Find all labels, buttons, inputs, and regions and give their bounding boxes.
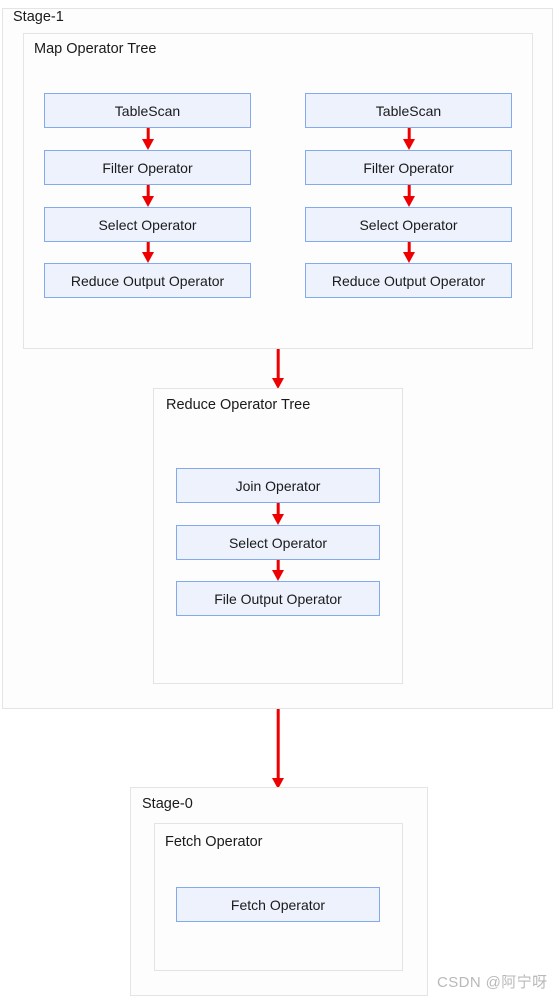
node-filter-operator-left[interactable]: Filter Operator: [44, 150, 251, 185]
stage-0-label: Stage-0: [142, 796, 193, 812]
node-select-operator-left[interactable]: Select Operator: [44, 207, 251, 242]
arrow-select-to-file-output: [270, 560, 286, 581]
node-tablescan-left[interactable]: TableScan: [44, 93, 251, 128]
arrow-right-filter-to-select: [401, 185, 417, 207]
map-operator-tree-title: Map Operator Tree: [34, 41, 157, 57]
node-tablescan-right[interactable]: TableScan: [305, 93, 512, 128]
arrow-join-to-select: [270, 503, 286, 525]
arrow-left-select-to-reduce-output: [140, 242, 156, 263]
arrow-right-select-to-reduce-output: [401, 242, 417, 263]
arrow-stage1-to-stage0: [270, 709, 286, 789]
arrow-right-tablescan-to-filter: [401, 128, 417, 150]
node-file-output-operator[interactable]: File Output Operator: [176, 581, 380, 616]
diagram-canvas: Stage-1 Map Operator Tree TableScan Filt…: [0, 0, 556, 1002]
arrow-map-tree-to-reduce-tree: [270, 349, 286, 389]
node-reduce-output-operator-right[interactable]: Reduce Output Operator: [305, 263, 512, 298]
map-operator-tree-container: [23, 33, 533, 349]
arrow-left-filter-to-select: [140, 185, 156, 207]
node-filter-operator-right[interactable]: Filter Operator: [305, 150, 512, 185]
arrow-left-tablescan-to-filter: [140, 128, 156, 150]
node-fetch-operator[interactable]: Fetch Operator: [176, 887, 380, 922]
node-reduce-output-operator-left[interactable]: Reduce Output Operator: [44, 263, 251, 298]
fetch-operator-group-title: Fetch Operator: [165, 834, 263, 850]
reduce-operator-tree-title: Reduce Operator Tree: [166, 397, 311, 413]
node-select-operator-right[interactable]: Select Operator: [305, 207, 512, 242]
csdn-watermark: CSDN @阿宁呀: [437, 974, 548, 991]
node-select-operator-reduce[interactable]: Select Operator: [176, 525, 380, 560]
node-join-operator[interactable]: Join Operator: [176, 468, 380, 503]
stage-1-label: Stage-1: [13, 9, 64, 25]
